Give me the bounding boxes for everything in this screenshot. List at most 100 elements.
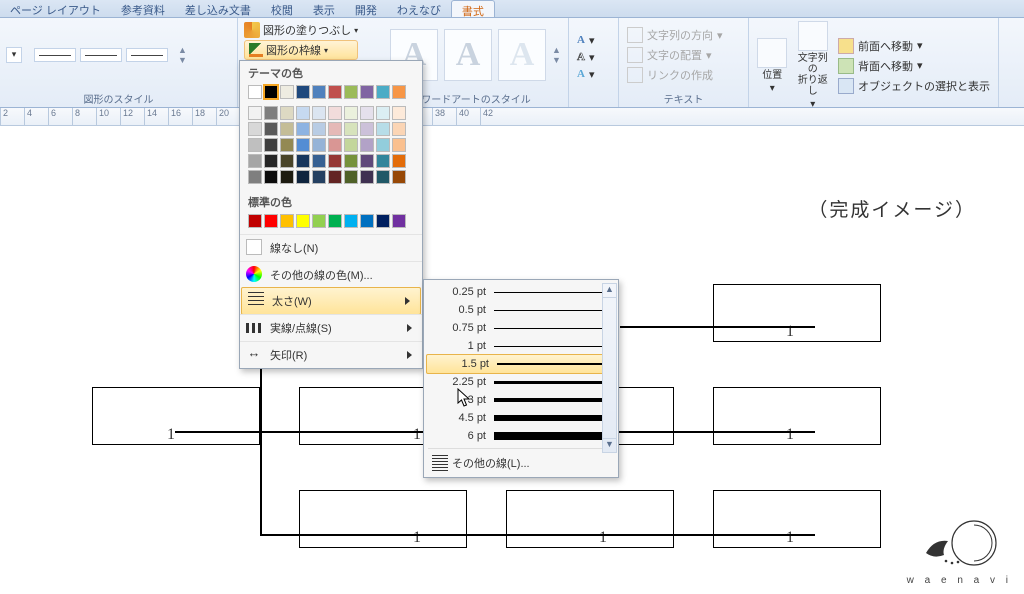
color-swatch[interactable] — [248, 106, 262, 120]
wordart-more-icon[interactable]: ▲▼ — [552, 45, 561, 65]
weight-item[interactable]: 太さ(W) — [241, 287, 421, 315]
color-swatch[interactable] — [392, 138, 406, 152]
gallery-more-icon[interactable]: ▲▼ — [178, 45, 187, 65]
send-backward-button[interactable]: 背面へ移動 ▾ — [836, 57, 992, 75]
color-swatch[interactable] — [296, 154, 310, 168]
color-swatch[interactable] — [392, 154, 406, 168]
wordart-style-3[interactable]: A — [498, 29, 546, 81]
submenu-scrollbar[interactable]: ▲ ▼ — [602, 283, 617, 453]
color-swatch[interactable] — [280, 170, 294, 184]
color-swatch[interactable] — [248, 122, 262, 136]
horizontal-ruler[interactable]: 24681012141618202224262830323436384042 — [0, 108, 1024, 126]
table-cell[interactable] — [713, 387, 881, 445]
color-swatch[interactable] — [376, 106, 390, 120]
tab-mailings[interactable]: 差し込み文書 — [175, 0, 261, 17]
color-swatch[interactable] — [296, 214, 310, 228]
color-swatch[interactable] — [248, 170, 262, 184]
color-swatch[interactable] — [280, 106, 294, 120]
color-swatch[interactable] — [344, 214, 358, 228]
arrows-item[interactable]: ↔ 矢印(R) — [240, 341, 422, 368]
text-outline-icon[interactable]: A▾ — [575, 50, 596, 65]
color-swatch[interactable] — [296, 138, 310, 152]
tab-view[interactable]: 表示 — [303, 0, 345, 17]
color-swatch[interactable] — [392, 170, 406, 184]
connector-line[interactable] — [620, 326, 815, 328]
color-swatch[interactable] — [264, 170, 278, 184]
tab-review[interactable]: 校閲 — [261, 0, 303, 17]
shape-styles-expand-icon[interactable]: ▾ — [6, 47, 22, 63]
tab-format[interactable]: 書式 — [451, 0, 495, 17]
color-swatch[interactable] — [280, 85, 294, 99]
color-swatch[interactable] — [328, 154, 342, 168]
color-swatch[interactable] — [264, 85, 278, 99]
shape-fill-button[interactable]: 図形の塗りつぶし ▾ — [244, 22, 358, 38]
color-swatch[interactable] — [248, 214, 262, 228]
table-cell[interactable] — [713, 284, 881, 342]
color-swatch[interactable] — [312, 122, 326, 136]
color-swatch[interactable] — [296, 122, 310, 136]
color-swatch[interactable] — [360, 138, 374, 152]
color-swatch[interactable] — [280, 154, 294, 168]
color-swatch[interactable] — [328, 138, 342, 152]
color-swatch[interactable] — [296, 85, 310, 99]
table-cell[interactable] — [92, 387, 260, 445]
color-swatch[interactable] — [264, 106, 278, 120]
text-fill-icon[interactable]: A▾ — [575, 33, 596, 48]
color-swatch[interactable] — [248, 154, 262, 168]
weight-45pt[interactable]: 4.5 pt — [424, 409, 618, 427]
tab-developer[interactable]: 開発 — [345, 0, 387, 17]
shape-style-preset-2[interactable] — [80, 48, 122, 62]
more-outline-colors-item[interactable]: その他の線の色(M)... — [240, 261, 422, 288]
color-swatch[interactable] — [280, 122, 294, 136]
position-button[interactable]: 位置▾ — [755, 38, 790, 94]
weight-3pt[interactable]: 3 pt — [424, 391, 618, 409]
weight-15pt[interactable]: 1.5 pt — [426, 354, 616, 374]
no-outline-item[interactable]: 線なし(N) — [240, 234, 422, 261]
color-swatch[interactable] — [376, 138, 390, 152]
color-swatch[interactable] — [344, 122, 358, 136]
color-swatch[interactable] — [376, 154, 390, 168]
color-swatch[interactable] — [280, 214, 294, 228]
color-swatch[interactable] — [296, 170, 310, 184]
scroll-down-icon[interactable]: ▼ — [603, 438, 616, 452]
color-swatch[interactable] — [264, 122, 278, 136]
weight-6pt[interactable]: 6 pt — [424, 427, 618, 445]
color-swatch[interactable] — [312, 106, 326, 120]
color-swatch[interactable] — [392, 106, 406, 120]
color-swatch[interactable] — [360, 106, 374, 120]
color-swatch[interactable] — [328, 85, 342, 99]
color-swatch[interactable] — [312, 85, 326, 99]
more-lines-item[interactable]: その他の線(L)... — [424, 452, 618, 474]
table-cell[interactable] — [299, 490, 467, 548]
weight-1pt[interactable]: 1 pt — [424, 337, 618, 355]
scroll-up-icon[interactable]: ▲ — [603, 284, 616, 298]
tab-references[interactable]: 参考資料 — [111, 0, 175, 17]
color-swatch[interactable] — [376, 85, 390, 99]
color-swatch[interactable] — [376, 170, 390, 184]
dashes-item[interactable]: 実線/点線(S) — [240, 314, 422, 341]
color-swatch[interactable] — [312, 154, 326, 168]
wordart-style-2[interactable]: A — [444, 29, 492, 81]
color-swatch[interactable] — [344, 170, 358, 184]
color-swatch[interactable] — [328, 106, 342, 120]
weight-025pt[interactable]: 0.25 pt — [424, 283, 618, 301]
color-swatch[interactable] — [264, 138, 278, 152]
color-swatch[interactable] — [344, 154, 358, 168]
text-effects-icon[interactable]: A▾ — [575, 67, 596, 82]
color-swatch[interactable] — [248, 85, 262, 99]
color-swatch[interactable] — [296, 106, 310, 120]
color-swatch[interactable] — [344, 85, 358, 99]
wrap-text-button[interactable]: 文字列の 折り返し▾ — [796, 21, 831, 110]
color-swatch[interactable] — [328, 122, 342, 136]
color-swatch[interactable] — [360, 122, 374, 136]
color-swatch[interactable] — [360, 85, 374, 99]
color-swatch[interactable] — [312, 170, 326, 184]
color-swatch[interactable] — [360, 154, 374, 168]
color-swatch[interactable] — [376, 214, 390, 228]
bring-forward-button[interactable]: 前面へ移動 ▾ — [836, 37, 992, 55]
shape-outline-button[interactable]: 図形の枠線 ▾ — [244, 40, 358, 60]
selection-pane-button[interactable]: オブジェクトの選択と表示 — [836, 77, 992, 95]
tab-waenavi[interactable]: わえなび — [387, 0, 451, 17]
shape-style-preset-3[interactable] — [126, 48, 168, 62]
color-swatch[interactable] — [312, 138, 326, 152]
